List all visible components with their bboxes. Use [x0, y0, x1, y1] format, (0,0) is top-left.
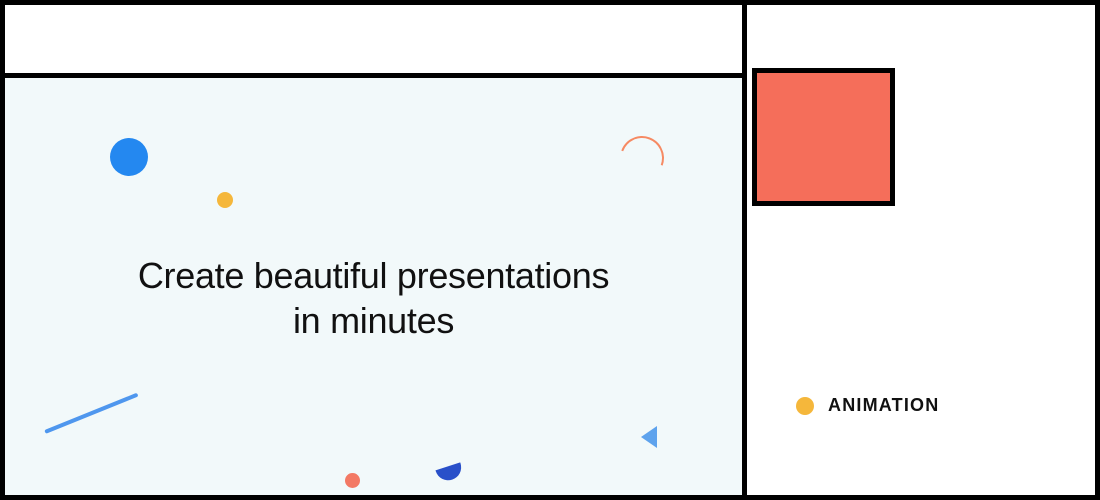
category-dot-icon — [796, 397, 814, 415]
category-label: ANIMATION — [828, 395, 939, 416]
decor-small-dot-icon — [345, 473, 360, 488]
decor-dot-icon — [217, 192, 233, 208]
slide-title: Create beautiful presentations in minute… — [5, 253, 742, 343]
decor-circle-icon — [110, 138, 148, 176]
slide-title-line1: Create beautiful presentations in minute… — [138, 255, 609, 341]
accent-square — [752, 68, 895, 206]
decor-arc-icon — [613, 129, 671, 187]
vertical-divider — [742, 0, 747, 500]
category-tag: ANIMATION — [796, 395, 939, 416]
slide-preview: Create beautiful presentations in minute… — [5, 78, 742, 495]
decor-line-icon — [44, 393, 138, 434]
decor-triangle-icon — [641, 426, 657, 448]
decor-halfcircle-icon — [435, 462, 464, 483]
